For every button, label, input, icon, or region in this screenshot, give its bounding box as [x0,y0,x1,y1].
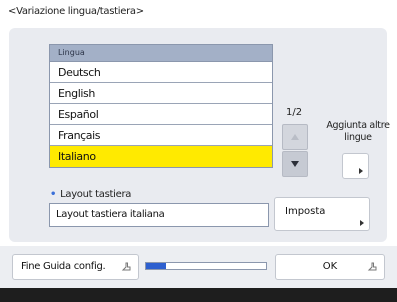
keyboard-layout-label: Layout tastiera [60,189,132,200]
keyboard-layout-heading: • Layout tastiera [50,189,131,200]
language-item-deutsch[interactable]: Deutsch [50,62,272,83]
set-button-label: Imposta [285,206,326,217]
setup-progress-fill [146,263,167,269]
language-item-italiano[interactable]: Italiano [50,146,272,167]
scroll-up-button[interactable] [282,124,308,150]
up-arrow-icon [291,134,299,140]
ok-button[interactable]: OK [275,254,385,280]
corner-triangle-icon [359,168,363,174]
setup-progress-bar [145,262,267,270]
hand-pointer-icon [121,262,131,271]
add-languages-button[interactable] [342,153,369,179]
set-keyboard-layout-button[interactable]: Imposta [274,197,370,231]
down-arrow-icon [291,161,299,167]
add-languages-label: Aggiunta altre lingue [326,120,390,143]
language-item-francais[interactable]: Français [50,125,272,146]
footer-strip [0,288,397,302]
hand-pointer-icon [367,262,377,271]
page-indicator: 1/2 [286,107,303,118]
corner-triangle-icon [360,220,364,226]
screen-title: <Variazione lingua/tastiera> [8,6,144,17]
scroll-down-button[interactable] [282,151,308,177]
language-item-english[interactable]: English [50,83,272,104]
end-setup-guide-label: Fine Guida config. [21,261,106,272]
language-list: Lingua Deutsch English Español Français … [49,44,273,168]
keyboard-layout-value: Layout tastiera italiana [49,203,269,227]
end-setup-guide-button[interactable]: Fine Guida config. [12,254,139,280]
language-list-header: Lingua [50,45,272,62]
bullet-icon: • [50,189,57,200]
language-item-espanol[interactable]: Español [50,104,272,125]
ok-button-label: OK [322,261,338,272]
